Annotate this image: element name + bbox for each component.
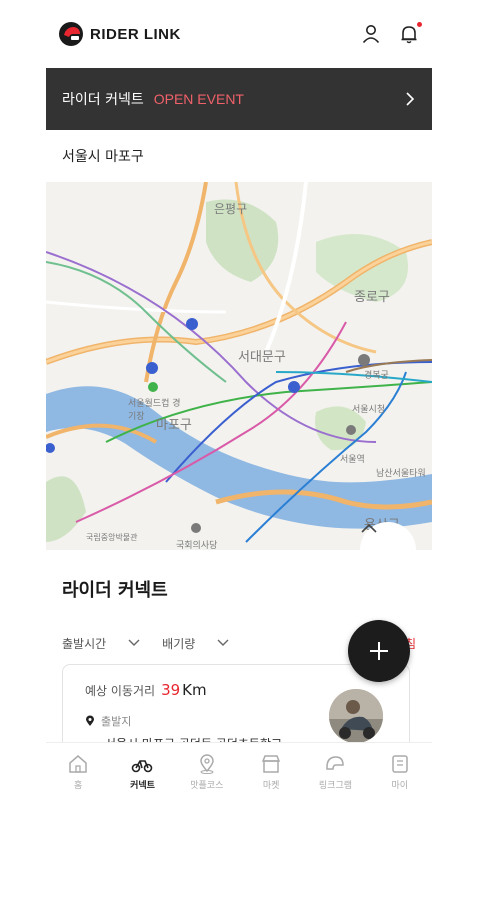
map-label: 남산서울타워 [376,469,426,479]
app-header: RIDER LINK [46,0,432,68]
region-label: 서울시 마포구 [62,149,144,165]
map-label: 은평구 [214,202,248,216]
route-map[interactable]: 은평구 종로구 서대문구 마포구 용산구 경복궁 서울역 서울시청 남산서울타워… [46,182,432,550]
map-label: 서울시청 [352,405,386,415]
map-pin-icon [200,753,214,774]
map-label: 서대문구 [238,350,286,365]
filter-label: 배기량 [162,636,196,651]
banner-title: 라이더 커넥트 [62,92,144,108]
plus-icon [370,642,388,660]
map-label: 서울역 [340,455,365,465]
map-label: 국회의사당 [176,541,218,550]
bell-icon [401,26,417,44]
map-label: 서울월드컵 경기장 [128,399,181,422]
displacement-filter[interactable]: 배기량 [162,635,229,652]
tab-home[interactable]: 홈 [46,743,110,800]
profile-icon[interactable] [360,23,382,45]
banner-event-text: OPEN EVENT [153,91,244,107]
departure-time-filter[interactable]: 출발시간 [62,635,140,652]
helmet-logo-icon [59,22,83,46]
helmet-icon [326,755,345,770]
bottom-tab-bar: 홈 커넥트 맛플코스 마켓 링크그램 마이 [46,742,432,800]
brand-logo[interactable]: RIDER LINK [58,21,181,47]
add-ride-button[interactable] [348,620,410,682]
brand-name: RIDER LINK [90,25,181,43]
tab-linkgram[interactable]: 링크그램 [303,743,367,800]
section-title: 라이더 커넥트 [62,580,168,601]
my-icon [392,754,408,773]
distance-unit: Km [182,681,207,699]
distance-label: 예상 이동거리 [85,684,156,698]
tab-label: 홈 [74,780,83,791]
rider-photo [329,689,383,743]
tab-market[interactable]: 마켓 [239,743,303,800]
map-label: 경복궁 [364,371,389,381]
tab-label: 커넥트 [130,780,155,791]
tab-connect[interactable]: 커넥트 [110,743,174,800]
distance-value: 39 [161,681,181,699]
market-icon [262,754,281,773]
notification-badge [417,22,422,27]
home-icon [69,754,87,773]
tab-label: 마이 [391,780,409,791]
start-label: 출발지 [101,715,132,728]
tab-my[interactable]: 마이 [368,743,432,800]
filter-label: 출발시간 [62,636,107,651]
chevron-down-icon [128,639,140,646]
chevron-down-icon [217,639,229,646]
tab-course[interactable]: 맛플코스 [175,743,239,800]
map-label: 종로구 [354,290,390,305]
event-banner[interactable]: 라이더 커넥트 OPEN EVENT [46,68,432,130]
location-pin-icon [86,715,94,726]
app-screen: RIDER LINK 라이더 커넥트 OPEN EVENT 서울시 마포구 은평… [46,0,432,900]
notification-button[interactable] [398,22,422,45]
map-label: 국립중앙박물관 [86,533,138,542]
tab-label: 맛플코스 [190,780,224,791]
rider-avatar[interactable] [329,689,383,743]
tab-label: 마켓 [262,780,280,791]
tab-label: 링크그램 [318,780,353,791]
chevron-right-icon [406,92,415,106]
chevron-up-icon [361,523,377,533]
connect-icon [132,759,153,772]
map-tiles [46,182,432,550]
